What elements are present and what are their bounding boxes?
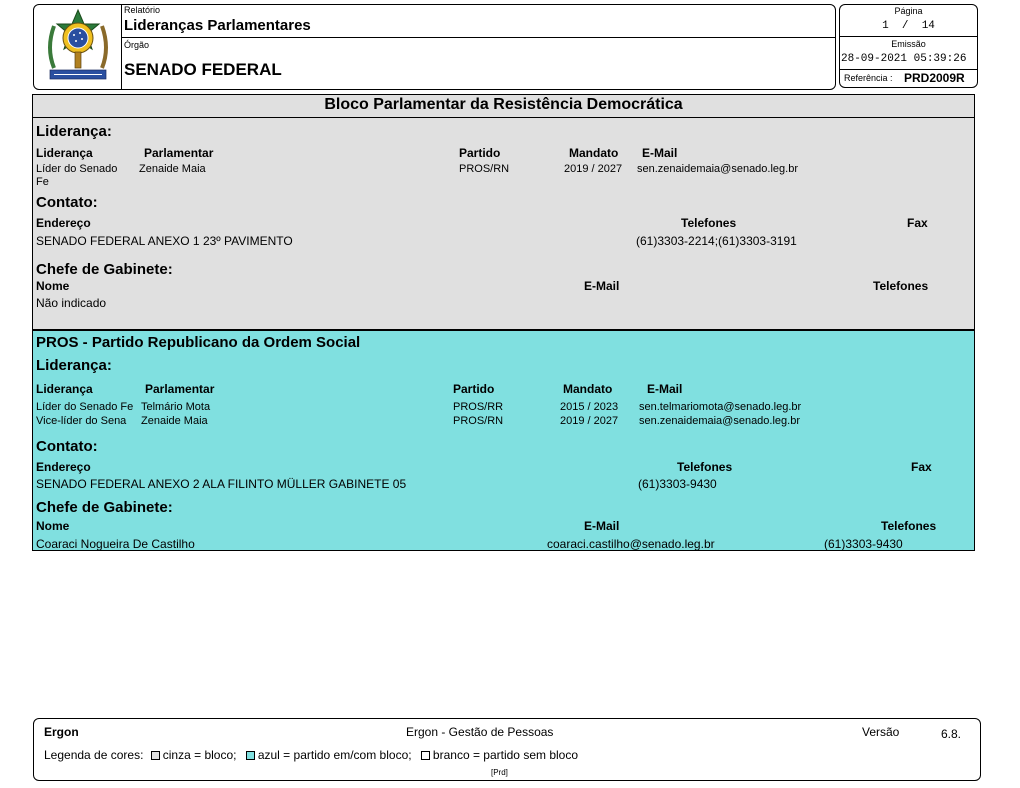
info-divider-2 [840,69,977,70]
relatorio-label: Relatório [124,5,161,15]
footer-versao-label: Versão [862,725,900,739]
partido-title: PROS - Partido Republicano da Ordem Soci… [36,334,361,351]
emissao-label: Emissão [891,39,926,49]
col-fax-header: Fax [907,216,928,230]
col-lideranca-header: Liderança [36,146,93,160]
color-legend: Legenda de cores: cinza = bloco; azul = … [44,748,578,762]
bloco-section [32,94,975,330]
partido-cell: PROS/RN [459,163,510,175]
pagina-label: Página [894,6,923,16]
orgao-value: SENADO FEDERAL [124,60,282,79]
col-chefe-telefones-header: Telefones [881,519,937,533]
col-endereco-header: Endereço [36,460,91,474]
col-parlamentar-header: Parlamentar [144,146,214,160]
col-partido-header: Partido [459,146,501,160]
referencia-label: Referência : [844,73,893,83]
legend-item-blue-text: azul = partido em/com bloco; [257,748,412,762]
col-parlamentar-header: Parlamentar [145,382,215,396]
brazil-coat-of-arms-icon [42,8,114,86]
mandato-cell: 2019 / 2027 [560,415,619,427]
col-telefones-header: Telefones [681,216,737,230]
page-number: 1 / 14 [882,20,935,32]
legend-item-white: branco = partido sem bloco [420,748,579,762]
col-email-header: E-Mail [647,382,683,396]
chefe-nome-value: Não indicado [36,296,107,310]
bloco-title: Bloco Parlamentar da Resistência Democrá… [324,96,683,113]
info-divider-1 [840,36,977,37]
partido-cell: PROS/RN [453,415,504,427]
partido-contato-title: Contato: [36,438,98,455]
mandato-cell: 2019 / 2027 [564,163,623,175]
partido-cell: PROS/RR [453,401,504,413]
cyan-swatch-icon [245,751,255,760]
lideranca-cell: Líder do Senado Fe [36,401,134,413]
chefe-telefones-value: (61)3303-9430 [824,537,903,551]
email-cell: sen.zenaidemaia@senado.leg.br [639,415,800,427]
telefones-value: (61)3303-9430 [638,477,717,491]
footer-app-name: Ergon [44,725,79,739]
bloco-chefe-title: Chefe de Gabinete: [36,261,173,278]
parlamentar-cell: Zenaide Maia [141,415,208,427]
telefones-value: (61)3303-2214;(61)3303-3191 [636,234,797,248]
col-partido-header: Partido [453,382,495,396]
footer-code: [Prd] [491,768,508,777]
col-fax-header: Fax [911,460,932,474]
orgao-label: Órgão [124,40,150,50]
referencia-value: PRD2009R [904,71,965,85]
col-chefe-email-header: E-Mail [584,279,620,293]
legend-label: Legenda de cores: [44,748,144,762]
endereco-value: SENADO FEDERAL ANEXO 2 ALA FILINTO MÜLLE… [36,477,407,491]
bloco-title-divider [33,117,974,118]
parlamentar-cell: Zenaide Maia [139,163,206,175]
email-cell: sen.telmariomota@senado.leg.br [639,401,802,413]
col-nome-header: Nome [36,519,70,533]
partido-lideranca-title: Liderança: [36,357,112,374]
white-swatch-icon [420,751,430,760]
col-mandato-header: Mandato [563,382,613,396]
legend-item-white-text: branco = partido sem bloco [432,748,579,762]
header-logo-divider [121,5,122,89]
partido-chefe-title: Chefe de Gabinete: [36,499,173,516]
col-chefe-email-header: E-Mail [584,519,620,533]
col-telefones-header: Telefones [677,460,733,474]
legend-item-blue: azul = partido em/com bloco; [245,748,412,762]
footer-app-full: Ergon - Gestão de Pessoas [406,725,554,739]
lideranca-cell: Vice-líder do Sena [36,415,127,427]
mandato-cell: 2015 / 2023 [560,401,619,413]
chefe-nome-value: Coaraci Nogueira De Castilho [36,537,195,551]
legend-item-gray-text: cinza = bloco; [162,748,237,762]
report-title: Lideranças Parlamentares [124,17,311,34]
footer-versao-value: 6.8. [941,727,962,741]
col-email-header: E-Mail [642,146,678,160]
bloco-contato-title: Contato: [36,194,98,211]
email-cell: sen.zenaidemaia@senado.leg.br [637,163,798,175]
legend-item-gray: cinza = bloco; [150,748,237,762]
emission-datetime: 28-09-2021 05:39:26 [841,53,967,65]
col-chefe-telefones-header: Telefones [873,279,929,293]
bloco-lideranca-title: Liderança: [36,123,112,140]
partido-section [32,330,975,551]
parlamentar-cell: Telmário Mota [141,401,211,413]
col-endereco-header: Endereço [36,216,91,230]
endereco-value: SENADO FEDERAL ANEXO 1 23º PAVIMENTO [36,234,293,248]
header-row-divider [121,37,835,38]
col-lideranca-header: Liderança [36,382,93,396]
col-mandato-header: Mandato [569,146,619,160]
col-nome-header: Nome [36,279,70,293]
gray-swatch-icon [150,751,160,760]
lideranca-cell: Líder do Senado Fe [36,163,118,188]
chefe-email-value: coaraci.castilho@senado.leg.br [547,537,715,551]
